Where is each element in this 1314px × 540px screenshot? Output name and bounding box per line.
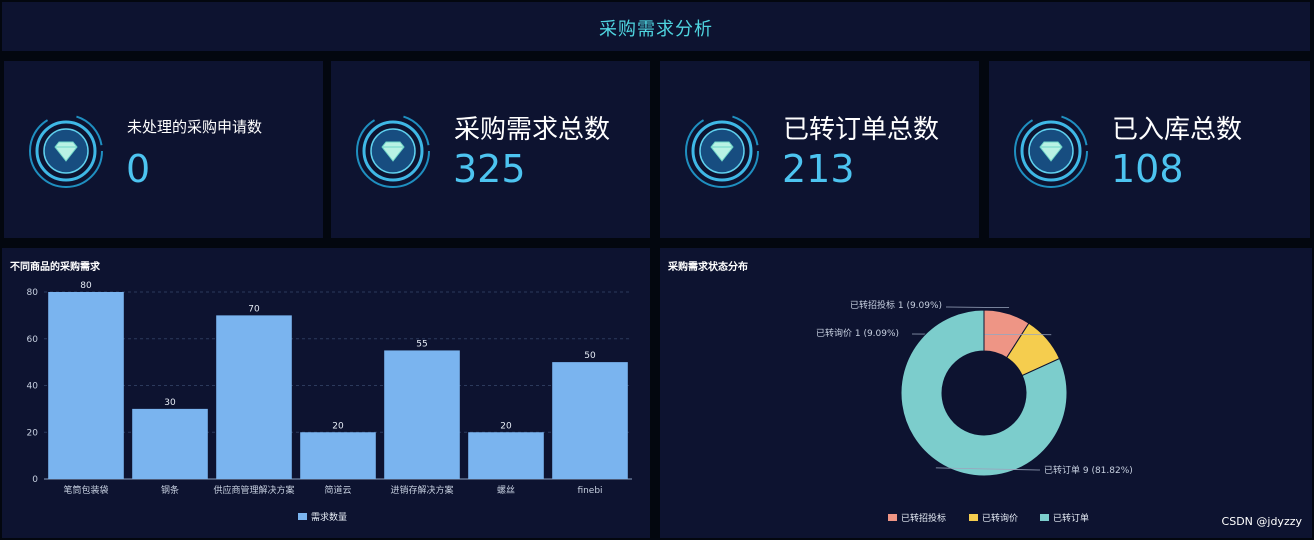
- kpi-card-total-demand: 采购需求总数 325: [331, 61, 650, 238]
- bar: [300, 432, 376, 479]
- kpi-label: 已转订单总数: [783, 115, 940, 145]
- data-label: 50: [584, 351, 596, 361]
- header-panel: 采购需求分析: [2, 2, 1310, 51]
- legend-label: 已转订单: [1053, 512, 1089, 524]
- bar-chart-panel: 不同商品的采购需求 0 20 40 60 80 80 笔筒包装袋 30 钢条 70 供应商管理解决方…: [2, 248, 650, 538]
- kpi-card-warehoused: 已入库总数 108: [989, 61, 1310, 238]
- x-tick-label: 钢条: [161, 484, 179, 496]
- y-tick-label: 80: [27, 288, 39, 298]
- diamond-icon: [1014, 114, 1088, 188]
- x-tick-label: 简道云: [324, 484, 351, 496]
- data-label: 70: [248, 304, 260, 314]
- diamond-icon: [685, 114, 759, 188]
- slice-label: 已转询价 1 (9.09%): [816, 327, 899, 339]
- legend-label: 已转询价: [982, 512, 1018, 524]
- data-label: 20: [332, 421, 344, 431]
- bar: [384, 350, 460, 479]
- legend-swatch: [298, 513, 307, 520]
- data-label: 20: [500, 421, 512, 431]
- x-tick-label: 供应商管理解决方案: [213, 484, 294, 496]
- pie-chart-panel: 采购需求状态分布 已转招投标 1 (9.09%) 已转询价 1 (9.09%) 已转…: [660, 248, 1312, 538]
- bar-chart: 0 20 40 60 80 80 笔筒包装袋 30 钢条 70 供应商管理解决方案 20 简道云 55 进销…: [27, 281, 632, 523]
- legend-swatch: [888, 514, 897, 521]
- slice-label: 已转招投标 1 (9.09%): [850, 299, 942, 311]
- bar: [468, 432, 544, 479]
- x-tick-label: 进销存解决方案: [390, 484, 453, 496]
- diamond-icon: [29, 114, 103, 188]
- kpi-card-orders: 已转订单总数 213: [660, 61, 979, 238]
- y-tick-label: 40: [27, 382, 39, 392]
- data-label: 30: [164, 398, 176, 408]
- legend-label: 需求数量: [311, 511, 347, 523]
- legend-swatch: [1040, 514, 1049, 521]
- label-leader-line: [946, 306, 1010, 309]
- bar: [48, 292, 124, 479]
- data-label: 80: [80, 281, 92, 291]
- y-tick-label: 60: [27, 335, 39, 345]
- x-tick-label: finebi: [577, 486, 602, 496]
- diamond-icon: [356, 114, 430, 188]
- kpi-value: 325: [453, 147, 526, 191]
- kpi-value: 213: [782, 147, 855, 191]
- data-label: 55: [416, 339, 427, 349]
- page-title: 采购需求分析: [599, 19, 713, 40]
- donut-chart: 已转招投标 1 (9.09%) 已转询价 1 (9.09%) 已转订单 9 (81.…: [816, 299, 1133, 524]
- slice-label: 已转订单 9 (81.82%): [1044, 464, 1133, 476]
- y-tick-label: 0: [32, 475, 38, 485]
- kpi-card-unprocessed: 未处理的采购申请数 0: [4, 61, 323, 238]
- legend-swatch: [969, 514, 978, 521]
- bar: [216, 315, 292, 479]
- y-tick-label: 20: [27, 428, 39, 438]
- kpi-label: 采购需求总数: [454, 115, 611, 145]
- kpi-label: 已入库总数: [1112, 115, 1243, 145]
- kpi-label: 未处理的采购申请数: [127, 118, 263, 136]
- x-tick-label: 笔筒包装袋: [63, 484, 108, 496]
- bar: [132, 408, 208, 479]
- legend-label: 已转招投标: [901, 512, 946, 524]
- watermark: CSDN @jdyzzy: [1221, 515, 1302, 528]
- x-tick-label: 螺丝: [497, 484, 515, 496]
- kpi-value: 0: [126, 147, 151, 191]
- bar: [552, 362, 628, 479]
- kpi-value: 108: [1111, 147, 1184, 191]
